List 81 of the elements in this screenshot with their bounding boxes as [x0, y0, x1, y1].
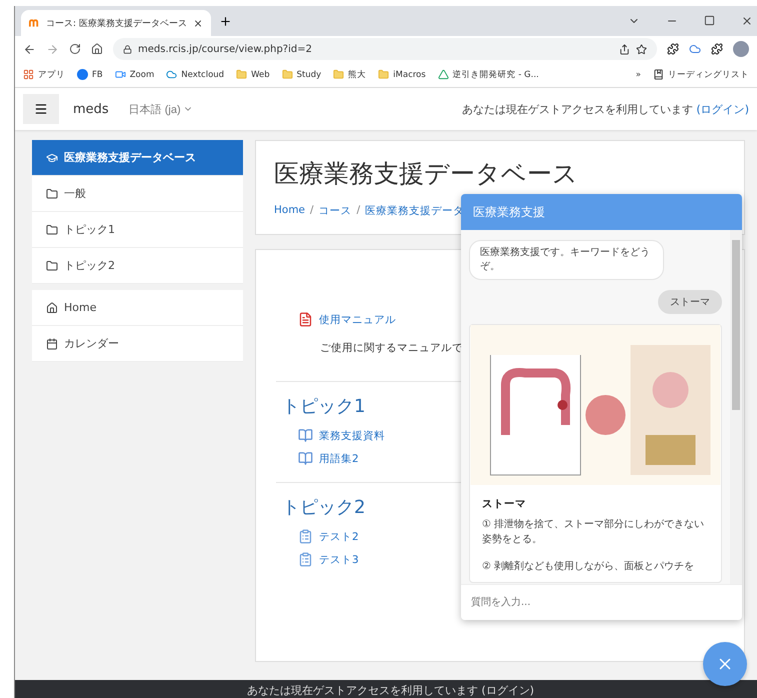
breadcrumb-link[interactable]: コース	[318, 204, 352, 218]
sidebar-item[interactable]: トピック1	[32, 212, 243, 248]
folder-icon	[236, 69, 248, 80]
sidebar-item[interactable]: カレンダー	[32, 326, 243, 362]
activity-link[interactable]: テスト3	[282, 552, 359, 567]
language-menu[interactable]: 日本語 (ja)	[122, 100, 199, 118]
chat-title: 医療業務支援	[461, 194, 742, 230]
bookmark[interactable]: Web	[236, 69, 270, 80]
sidebar-item[interactable]: 一般	[32, 176, 243, 212]
circle-logo-icon	[77, 69, 88, 80]
answer-title: ストーマ	[481, 497, 527, 512]
back-icon[interactable]	[23, 42, 36, 56]
answer-text: ① 排泄物を捨て、ストーマ部分にしわができない姿勢をとる。	[482, 518, 706, 547]
bookmark[interactable]: 熊大	[333, 68, 366, 80]
bookmarks-overflow[interactable]: »	[636, 70, 641, 80]
activity-link[interactable]: 業務支援資料	[282, 428, 385, 443]
close-icon[interactable]	[192, 18, 203, 28]
home-icon[interactable]	[91, 43, 103, 55]
address-field[interactable]: meds.rcis.jp/course/view.php?id=2	[113, 38, 657, 60]
sidebar-item[interactable]: 医療業務支援データベース	[32, 140, 243, 176]
answer-text: ② 剥離剤なども使用しながら、面板とパウチを	[482, 560, 696, 574]
clipboard-icon	[298, 529, 313, 544]
triangle-icon	[438, 69, 449, 80]
bot-message: 医療業務支援です。キーワードをどうぞ。	[469, 240, 664, 280]
page-title: 医療業務支援データベース	[274, 158, 579, 190]
section-heading: トピック2	[282, 496, 366, 519]
book-icon	[298, 451, 313, 466]
folder-icon	[46, 224, 58, 236]
folder-icon	[378, 69, 390, 80]
section-heading: トピック1	[282, 395, 366, 418]
folder-icon	[282, 69, 293, 80]
activity-link[interactable]: テスト2	[282, 529, 359, 544]
tab-title: コース: 医療業務支援データベース	[46, 18, 187, 30]
folder-icon	[333, 69, 344, 80]
bookmark[interactable]: iMacros	[378, 69, 426, 80]
clipboard-icon	[298, 552, 313, 567]
maximize-icon[interactable]	[704, 15, 715, 26]
menu-icon	[34, 102, 48, 116]
question-input[interactable]: 質問を入力...	[461, 584, 742, 620]
breadcrumb-link[interactable]: Home	[274, 204, 306, 218]
reading-list-icon	[653, 69, 664, 80]
sidebar-item[interactable]: Home	[32, 290, 243, 326]
cloud-icon	[166, 69, 178, 80]
reading-list[interactable]: リーディングリスト	[653, 68, 749, 80]
bookmark[interactable]: Study	[282, 69, 322, 80]
share-icon[interactable]	[619, 44, 630, 54]
scrollbar[interactable]	[730, 230, 742, 584]
user-message: ストーマ	[658, 290, 722, 314]
footer-text: あなたは現在ゲストアクセスを利用しています (ログイン)	[15, 680, 757, 698]
star-icon[interactable]	[636, 44, 647, 54]
site-name[interactable]: meds	[73, 102, 109, 116]
bookmark[interactable]: Nextcloud	[166, 69, 224, 80]
document-icon	[298, 312, 313, 327]
home-icon	[46, 302, 58, 314]
bookmark[interactable]: 逆引き開発研究 - G...	[438, 68, 539, 80]
video-camera-icon	[114, 69, 126, 80]
calendar-icon	[46, 338, 58, 350]
reload-icon[interactable]	[69, 43, 81, 55]
site-logo-icon	[29, 18, 40, 28]
new-tab-icon[interactable]	[219, 14, 232, 28]
activity-link[interactable]: 使用マニュアル	[282, 312, 396, 327]
folder-icon	[46, 260, 58, 272]
menu-button[interactable]	[23, 94, 59, 124]
apps-icon	[23, 69, 34, 80]
graduation-cap-icon	[46, 152, 58, 164]
close-icon[interactable]	[741, 15, 753, 27]
sidebar-item[interactable]: トピック2	[32, 248, 243, 284]
folder-icon	[46, 188, 58, 200]
browser-tab[interactable]: コース: 医療業務支援データベース	[21, 10, 211, 36]
bookmark[interactable]: アプリ	[23, 68, 65, 80]
lock-icon	[123, 44, 132, 54]
bookmark[interactable]: Zoom	[114, 69, 154, 80]
guest-notice: あなたは現在ゲストアクセスを利用しています (ログイン)	[462, 102, 749, 116]
extensions-icon[interactable]	[711, 43, 723, 55]
breadcrumb-separator: /	[310, 204, 314, 218]
book-icon	[298, 428, 313, 443]
login-link[interactable]: (ログイン)	[696, 102, 749, 116]
profile-avatar[interactable]	[733, 41, 749, 57]
activity-link[interactable]: 用語集2	[282, 451, 359, 466]
bookmark[interactable]: FB	[77, 69, 103, 80]
breadcrumb-separator: /	[356, 204, 360, 218]
